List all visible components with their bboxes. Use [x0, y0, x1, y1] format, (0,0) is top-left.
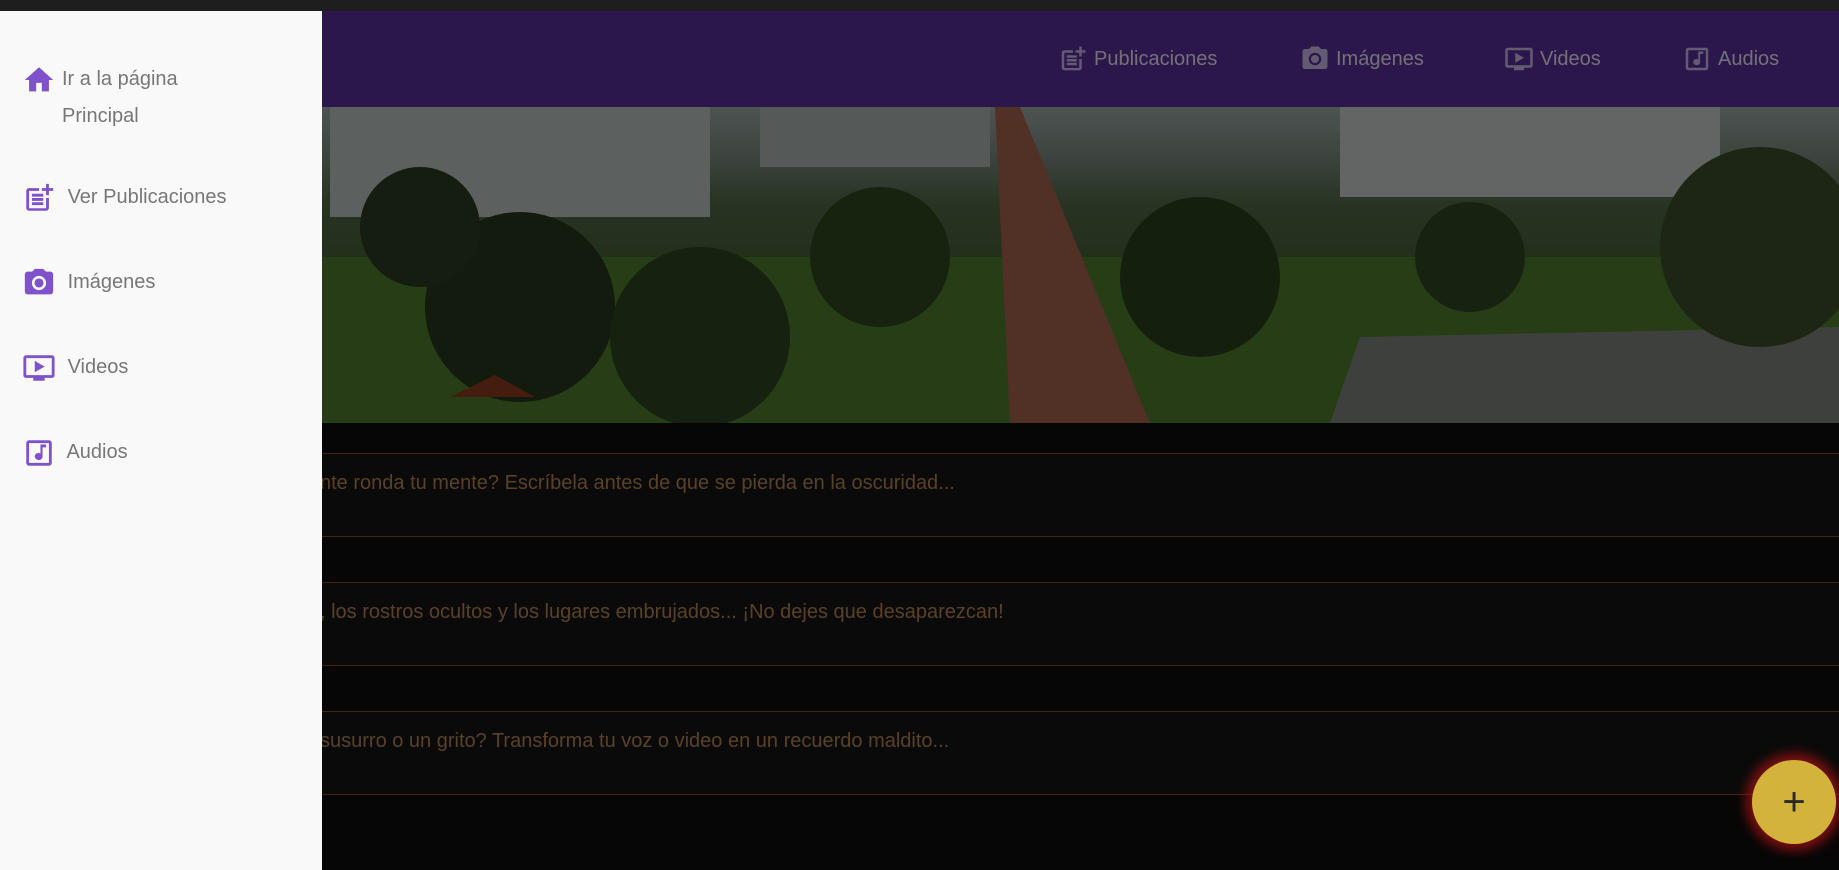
add-fab-button[interactable]: +	[1752, 760, 1836, 844]
drawer-item-audios[interactable]: Audios	[22, 434, 128, 471]
drawer-item-label: Audios	[66, 441, 128, 463]
drawer-item-publicaciones[interactable]: Ver Publicaciones	[22, 179, 227, 216]
drawer-item-home[interactable]: Ir a la página Principal	[22, 61, 252, 135]
home-icon	[24, 67, 54, 92]
video-icon	[23, 354, 55, 381]
side-drawer: Ir a la página Principal Ver Publicacion…	[0, 11, 322, 870]
post-add-icon	[26, 183, 54, 211]
drawer-item-label: Imágenes	[67, 271, 156, 293]
music-note-icon	[26, 439, 52, 466]
drawer-item-videos[interactable]: Videos	[22, 349, 128, 386]
drawer-item-label: Videos	[67, 356, 129, 378]
camera-icon	[24, 268, 54, 295]
drawer-item-imagenes[interactable]: Imágenes	[22, 264, 155, 301]
drawer-item-label: Ver Publicaciones	[67, 186, 227, 208]
plus-icon: +	[1782, 780, 1806, 824]
drawer-item-label: Ir a la página Principal	[62, 68, 178, 127]
